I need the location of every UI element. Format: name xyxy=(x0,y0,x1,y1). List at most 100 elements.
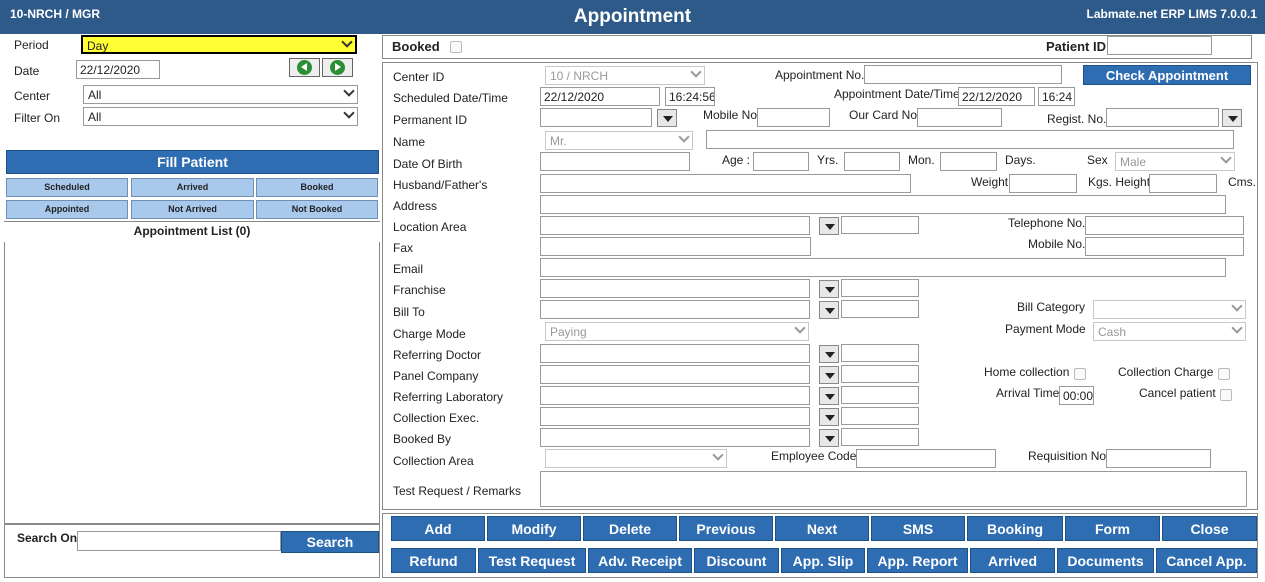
our-card-input[interactable] xyxy=(917,108,1002,127)
sms-button[interactable]: SMS xyxy=(871,516,965,541)
franchise-code-input[interactable] xyxy=(841,279,919,297)
location-code-input[interactable] xyxy=(841,216,919,234)
modify-button[interactable]: Modify xyxy=(487,516,581,541)
booked-by-dropdown[interactable] xyxy=(819,429,839,447)
search-button[interactable]: Search xyxy=(281,531,379,553)
booked-by-code-input[interactable] xyxy=(841,428,919,446)
filter-appointed[interactable]: Appointed xyxy=(6,200,128,219)
documents-button[interactable]: Documents xyxy=(1057,548,1154,573)
referring-lab-dropdown[interactable] xyxy=(819,387,839,405)
home-collection-checkbox[interactable] xyxy=(1074,368,1086,380)
discount-button[interactable]: Discount xyxy=(694,548,779,573)
collection-exec-code-input[interactable] xyxy=(841,407,919,425)
age-months-input[interactable] xyxy=(844,152,900,171)
remarks-textarea[interactable] xyxy=(540,471,1247,507)
referring-lab-input[interactable] xyxy=(540,386,810,405)
referring-lab-code-input[interactable] xyxy=(841,386,919,404)
charge-mode-select[interactable]: Paying xyxy=(545,322,809,341)
referring-doctor-code-input[interactable] xyxy=(841,344,919,362)
age-days-input[interactable] xyxy=(940,152,997,171)
referring-doctor-input[interactable] xyxy=(540,344,810,363)
name-input[interactable] xyxy=(706,130,1234,149)
bill-to-dropdown[interactable] xyxy=(819,301,839,319)
appt-time-input[interactable]: 16:24 xyxy=(1038,87,1075,106)
next-button[interactable]: Next xyxy=(775,516,869,541)
weight-input[interactable] xyxy=(1009,174,1077,193)
appointment-no-input[interactable] xyxy=(864,65,1062,84)
chevron-down-icon xyxy=(343,107,355,119)
employee-code-input[interactable] xyxy=(856,449,996,468)
collection-exec-input[interactable] xyxy=(540,407,810,426)
panel-company-dropdown[interactable] xyxy=(819,366,839,384)
sex-select[interactable]: Male xyxy=(1115,152,1235,171)
bill-to-code-input[interactable] xyxy=(841,300,919,318)
arrival-time-input[interactable]: 00:00 xyxy=(1059,386,1094,405)
booked-checkbox[interactable] xyxy=(450,41,462,53)
arrived-button[interactable]: Arrived xyxy=(970,548,1055,573)
next-date-button[interactable] xyxy=(322,58,353,77)
adv-receipt-button[interactable]: Adv. Receipt xyxy=(588,548,692,573)
add-button[interactable]: Add xyxy=(391,516,485,541)
requisition-input[interactable] xyxy=(1106,449,1211,468)
location-dropdown[interactable] xyxy=(819,217,839,235)
dob-input[interactable] xyxy=(540,152,690,171)
title-select[interactable]: Mr. xyxy=(545,131,693,150)
filter-scheduled[interactable]: Scheduled xyxy=(6,178,128,197)
collection-exec-dropdown[interactable] xyxy=(819,408,839,426)
filter-not-arrived[interactable]: Not Arrived xyxy=(131,200,254,219)
location-input[interactable] xyxy=(540,216,810,235)
filter-not-booked[interactable]: Not Booked xyxy=(256,200,378,219)
test-request-button[interactable]: Test Request xyxy=(478,548,586,573)
scheduled-date-input[interactable]: 22/12/2020 xyxy=(540,87,660,106)
appointment-list[interactable] xyxy=(4,242,380,524)
app-slip-button[interactable]: App. Slip xyxy=(781,548,865,573)
booked-by-input[interactable] xyxy=(540,428,810,447)
fill-patient-button[interactable]: Fill Patient xyxy=(6,150,379,174)
permanent-id-dropdown[interactable] xyxy=(657,109,677,127)
filter-arrived[interactable]: Arrived xyxy=(131,178,254,197)
age-years-input[interactable] xyxy=(753,152,809,171)
referring-doctor-dropdown[interactable] xyxy=(819,345,839,363)
cancel-patient-checkbox[interactable] xyxy=(1220,389,1232,401)
husband-input[interactable] xyxy=(540,174,911,193)
form-button[interactable]: Form xyxy=(1065,516,1160,541)
regist-no-input[interactable] xyxy=(1106,108,1219,127)
bill-category-select[interactable] xyxy=(1093,300,1246,319)
regist-no-dropdown[interactable] xyxy=(1222,109,1242,127)
patient-id-input[interactable] xyxy=(1107,36,1212,55)
fax-input[interactable] xyxy=(540,237,811,256)
app-report-button[interactable]: App. Report xyxy=(867,548,968,573)
franchise-dropdown[interactable] xyxy=(819,280,839,298)
cancel-app-button[interactable]: Cancel App. xyxy=(1156,548,1257,573)
period-select[interactable]: Day xyxy=(81,35,357,54)
check-appointment-button[interactable]: Check Appointment xyxy=(1083,65,1251,85)
prev-date-button[interactable] xyxy=(289,58,320,77)
permanent-id-input[interactable] xyxy=(540,108,652,127)
height-input[interactable] xyxy=(1149,174,1217,193)
scheduled-time-input[interactable]: 16:24:56 xyxy=(665,87,715,106)
collection-charge-checkbox[interactable] xyxy=(1218,368,1230,380)
panel-company-input[interactable] xyxy=(540,365,810,384)
booking-button[interactable]: Booking xyxy=(967,516,1063,541)
panel-company-code-input[interactable] xyxy=(841,365,919,383)
filter-booked[interactable]: Booked xyxy=(256,178,378,197)
email-input[interactable] xyxy=(540,258,1226,277)
mobile-no-input[interactable] xyxy=(757,108,830,127)
refund-button[interactable]: Refund xyxy=(391,548,476,573)
mobile-input[interactable] xyxy=(1085,237,1244,256)
center-id-select[interactable]: 10 / NRCH xyxy=(545,66,705,85)
bill-to-input[interactable] xyxy=(540,300,810,319)
collection-area-select[interactable] xyxy=(545,449,727,468)
center-select[interactable]: All xyxy=(83,85,358,104)
payment-mode-select[interactable]: Cash xyxy=(1093,322,1246,341)
close-button[interactable]: Close xyxy=(1162,516,1257,541)
delete-button[interactable]: Delete xyxy=(583,516,677,541)
date-input[interactable]: 22/12/2020 xyxy=(76,60,160,79)
search-input[interactable] xyxy=(77,531,281,551)
appt-date-input[interactable]: 22/12/2020 xyxy=(958,87,1035,106)
address-input[interactable] xyxy=(540,195,1226,214)
telephone-input[interactable] xyxy=(1085,216,1244,235)
franchise-input[interactable] xyxy=(540,279,810,298)
filter-on-select[interactable]: All xyxy=(83,107,358,126)
previous-button[interactable]: Previous xyxy=(679,516,773,541)
